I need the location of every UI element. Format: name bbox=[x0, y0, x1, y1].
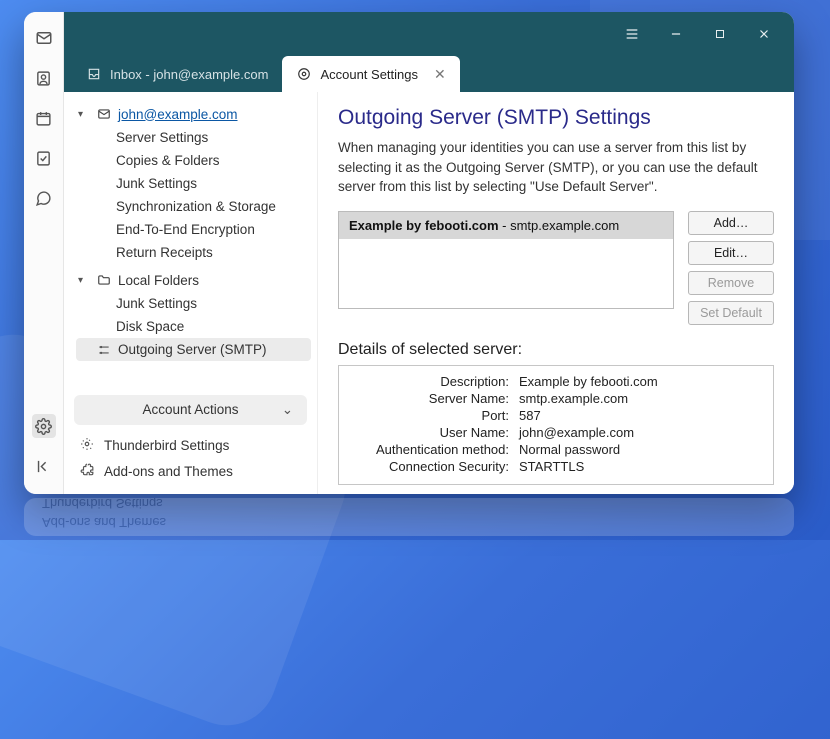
tab-close-icon[interactable]: ✕ bbox=[434, 66, 446, 83]
tree-item-local-junk[interactable]: Junk Settings bbox=[76, 292, 311, 315]
detail-key-auth: Authentication method: bbox=[349, 442, 509, 457]
set-default-button[interactable]: Set Default bbox=[688, 301, 774, 325]
account-settings-tab-icon bbox=[296, 66, 312, 82]
tab-account-settings[interactable]: Account Settings ✕ bbox=[282, 56, 459, 92]
detail-val-servername: smtp.example.com bbox=[519, 391, 763, 406]
account-tree: ▾ john@example.com Server Settings Copie… bbox=[64, 92, 318, 494]
smtp-server-item[interactable]: Example by febooti.com - smtp.example.co… bbox=[339, 212, 673, 239]
account-email-label: john@example.com bbox=[118, 107, 238, 122]
detail-val-port: 587 bbox=[519, 408, 763, 423]
tab-account-settings-label: Account Settings bbox=[320, 67, 418, 82]
settings-icon[interactable] bbox=[32, 414, 56, 438]
account-node[interactable]: ▾ john@example.com bbox=[76, 102, 311, 126]
detail-key-port: Port: bbox=[349, 408, 509, 423]
menu-icon[interactable] bbox=[610, 12, 654, 56]
detail-val-description: Example by febooti.com bbox=[519, 374, 763, 389]
tree-item-receipts[interactable]: Return Receipts bbox=[76, 241, 311, 264]
close-button[interactable] bbox=[742, 12, 786, 56]
remove-button[interactable]: Remove bbox=[688, 271, 774, 295]
detail-val-security: STARTTLS bbox=[519, 459, 763, 474]
detail-key-username: User Name: bbox=[349, 425, 509, 440]
chevron-down-icon: ▾ bbox=[78, 109, 90, 120]
detail-key-security: Connection Security: bbox=[349, 459, 509, 474]
titlebar bbox=[64, 12, 794, 56]
smtp-settings-panel: Outgoing Server (SMTP) Settings When man… bbox=[318, 92, 794, 494]
tab-bar: Inbox - john@example.com Account Setting… bbox=[64, 56, 794, 92]
page-title: Outgoing Server (SMTP) Settings bbox=[338, 106, 774, 130]
puzzle-icon bbox=[80, 463, 96, 480]
tree-item-junk[interactable]: Junk Settings bbox=[76, 172, 311, 195]
chat-icon[interactable] bbox=[32, 186, 56, 210]
addressbook-icon[interactable] bbox=[32, 66, 56, 90]
smtp-icon bbox=[96, 343, 112, 357]
addons-link[interactable]: Add-ons and Themes bbox=[74, 459, 307, 485]
tree-item-sync[interactable]: Synchronization & Storage bbox=[76, 195, 311, 218]
mail-icon[interactable] bbox=[32, 26, 56, 50]
edit-button[interactable]: Edit… bbox=[688, 241, 774, 265]
chevron-down-icon: ⌄ bbox=[282, 402, 293, 418]
folder-icon bbox=[96, 273, 112, 287]
calendar-icon[interactable] bbox=[32, 106, 56, 130]
server-item-host: - smtp.example.com bbox=[499, 218, 620, 233]
account-actions-menu[interactable]: Account Actions ⌄ bbox=[74, 395, 307, 425]
detail-key-servername: Server Name: bbox=[349, 391, 509, 406]
tab-inbox[interactable]: Inbox - john@example.com bbox=[72, 56, 282, 92]
tree-item-copies-folders[interactable]: Copies & Folders bbox=[76, 149, 311, 172]
gear-icon bbox=[80, 437, 96, 454]
tree-item-server-settings[interactable]: Server Settings bbox=[76, 126, 311, 149]
mail-account-icon bbox=[96, 107, 112, 121]
window-body: Inbox - john@example.com Account Setting… bbox=[64, 12, 794, 494]
app-window: Inbox - john@example.com Account Setting… bbox=[24, 12, 794, 494]
server-item-name: Example by febooti.com bbox=[349, 218, 499, 233]
add-button[interactable]: Add… bbox=[688, 211, 774, 235]
maximize-button[interactable] bbox=[698, 12, 742, 56]
inbox-icon bbox=[86, 66, 102, 82]
spaces-toolbar bbox=[24, 12, 64, 494]
account-actions-label: Account Actions bbox=[142, 402, 238, 417]
thunderbird-settings-link[interactable]: Thunderbird Settings bbox=[74, 433, 307, 459]
smtp-server-list[interactable]: Example by febooti.com - smtp.example.co… bbox=[338, 211, 674, 309]
smtp-details-box: Description: Example by febooti.com Serv… bbox=[338, 365, 774, 485]
detail-val-username: john@example.com bbox=[519, 425, 763, 440]
tree-item-e2e[interactable]: End-To-End Encryption bbox=[76, 218, 311, 241]
smtp-button-column: Add… Edit… Remove Set Default bbox=[688, 211, 774, 325]
local-folders-label: Local Folders bbox=[118, 273, 199, 288]
details-heading: Details of selected server: bbox=[338, 341, 774, 359]
local-folders-node[interactable]: ▾ Local Folders bbox=[76, 268, 311, 292]
tree-item-disk-space[interactable]: Disk Space bbox=[76, 315, 311, 338]
page-description: When managing your identities you can us… bbox=[338, 138, 774, 197]
chevron-down-icon: ▾ bbox=[78, 275, 90, 286]
detail-val-auth: Normal password bbox=[519, 442, 763, 457]
tab-inbox-label: Inbox - john@example.com bbox=[110, 67, 268, 82]
tasks-icon[interactable] bbox=[32, 146, 56, 170]
minimize-button[interactable] bbox=[654, 12, 698, 56]
tree-item-smtp[interactable]: Outgoing Server (SMTP) bbox=[76, 338, 311, 361]
detail-key-description: Description: bbox=[349, 374, 509, 389]
collapse-icon[interactable] bbox=[32, 454, 56, 478]
